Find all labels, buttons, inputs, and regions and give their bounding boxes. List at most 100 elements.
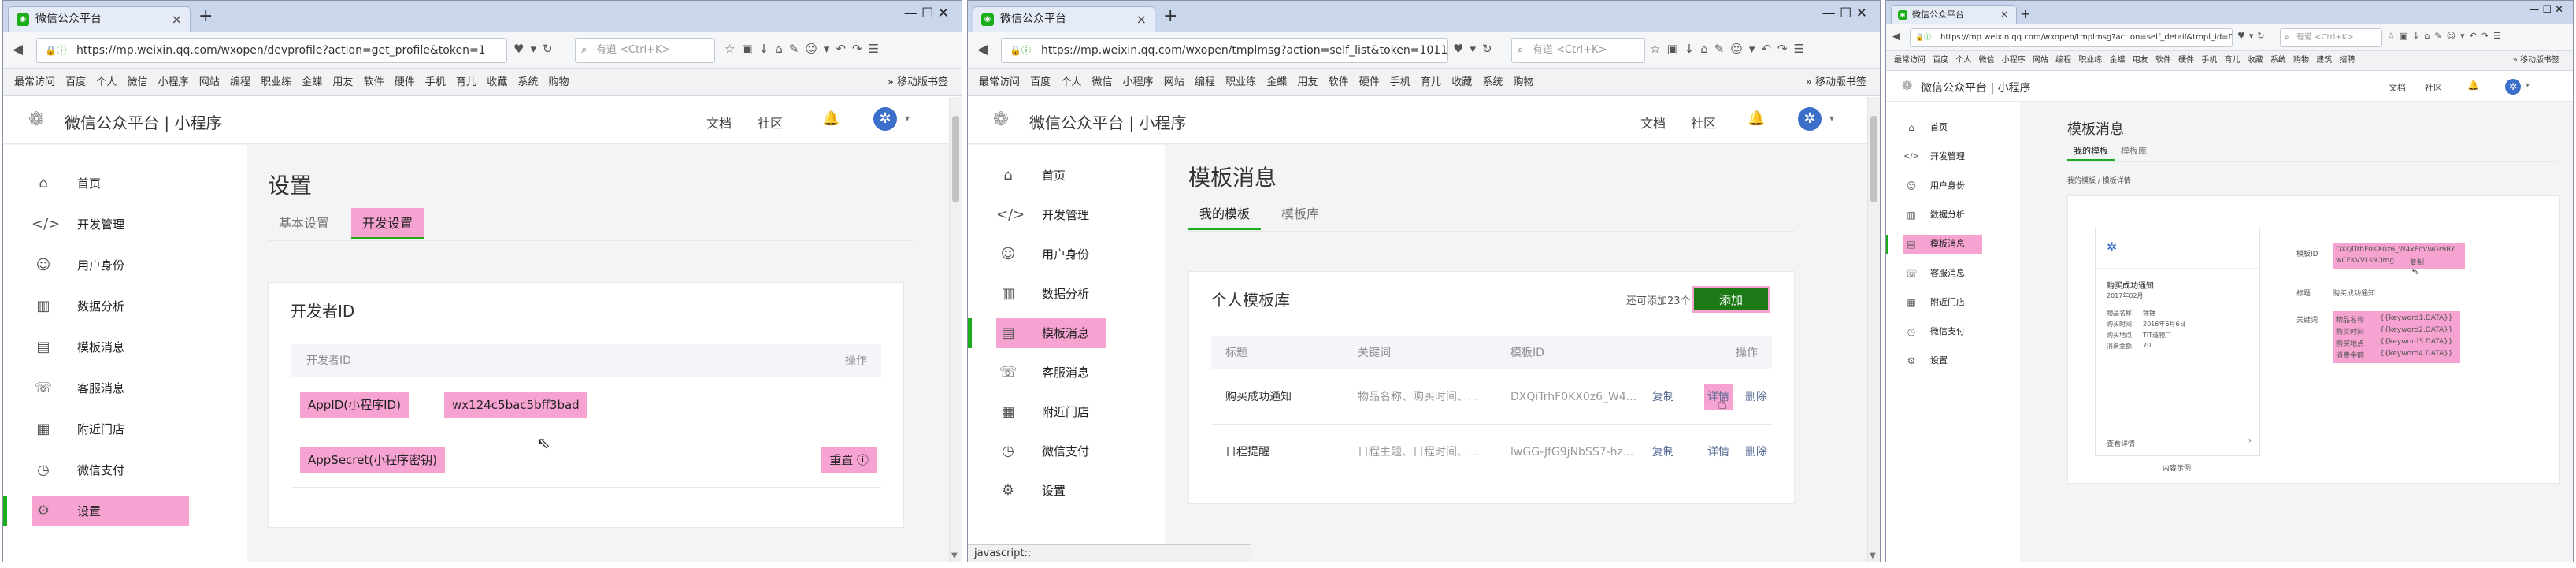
add-template-button[interactable]: 添加 [1692, 286, 1770, 313]
browser-tab[interactable]: ◉ 微信公众平台 × [8, 6, 191, 32]
scrollbar-thumb[interactable] [1870, 116, 1877, 202]
bookmark-item[interactable]: 硬件 [1359, 76, 1380, 88]
new-tab-button[interactable]: + [1163, 7, 1177, 26]
vertical-scrollbar[interactable]: ▼ [949, 97, 962, 562]
detail-link[interactable]: 详情 [1707, 425, 1729, 480]
tab-close-icon[interactable]: × [1136, 7, 1147, 32]
bookmark-item[interactable]: 购物 [549, 76, 569, 88]
bookmark-item[interactable]: 金蝶 [2110, 56, 2126, 65]
docs-link[interactable]: 文档 [706, 113, 732, 132]
sidebar-item-dev[interactable]: </> 开发管理 [32, 210, 189, 239]
url-bar[interactable]: 🔒ⓘ https://mp.weixin.qq.com/wxopen/tmplm… [1910, 28, 2233, 47]
delete-link[interactable]: 删除 [1745, 369, 1767, 425]
window-controls[interactable]: — ☐ ✕ [1822, 6, 1867, 21]
bookmark-item[interactable]: 手机 [425, 76, 446, 88]
sidebar-item-settings[interactable]: ⚙ 设置 [996, 476, 1154, 506]
browser-tab[interactable]: ◉ 微信公众平台 × [1891, 5, 2017, 24]
window-controls[interactable]: — ☐ ✕ [904, 6, 949, 21]
page-action-icons[interactable]: ♥▾↻ [1453, 42, 1499, 56]
bookmark-item[interactable]: 微信 [1979, 56, 1995, 65]
bookmark-item[interactable]: 手机 [2201, 56, 2217, 65]
bell-icon[interactable]: 🔔 [1748, 110, 1765, 127]
tab-basic-settings[interactable]: 基本设置 [268, 208, 340, 239]
bookmark-item[interactable]: 购物 [2293, 56, 2309, 65]
sidebar-item-pay[interactable]: ◷ 微信支付 [996, 436, 1154, 466]
avatar[interactable]: ✲ [1798, 107, 1822, 131]
sidebar-item-pay[interactable]: ◷ 微信支付 [32, 455, 189, 485]
new-tab-button[interactable]: + [2020, 5, 2030, 24]
tab-template-library[interactable]: 模板库 [1270, 199, 1330, 230]
community-link[interactable]: 社区 [1691, 113, 1716, 132]
search-bar[interactable]: ⌕ 有道 <Ctrl+K> [2280, 28, 2382, 47]
bookmarks-more[interactable]: » 移动版书签 [2507, 51, 2559, 70]
tab-close-icon[interactable]: × [2000, 6, 2008, 24]
chevron-down-icon[interactable]: ▾ [905, 113, 910, 124]
chevron-down-icon[interactable]: ▾ [1829, 113, 1834, 124]
avatar[interactable]: ✲ [873, 107, 897, 131]
bookmark-item[interactable]: 百度 [65, 76, 86, 88]
bookmark-item[interactable]: 小程序 [2002, 56, 2026, 65]
bookmark-item[interactable]: 硬件 [2178, 56, 2194, 65]
bell-icon[interactable]: 🔔 [2467, 80, 2479, 91]
copy-link[interactable]: 复制 [1652, 369, 1674, 425]
bookmark-item[interactable]: 百度 [1933, 56, 1948, 65]
url-bar[interactable]: 🔒ⓘ https://mp.weixin.qq.com/wxopen/tmplm… [1001, 38, 1448, 63]
sidebar-item-users[interactable]: ☺ 用户身份 [32, 251, 189, 280]
sidebar-item-dev[interactable]: </> 开发管理 [1903, 147, 1998, 166]
docs-link[interactable]: 文档 [1640, 113, 1666, 132]
bookmark-item[interactable]: 网站 [2033, 56, 2048, 65]
tab-close-icon[interactable]: × [172, 7, 182, 32]
search-bar[interactable]: ⌕ 有道 <Ctrl+K> [1511, 38, 1645, 63]
bookmark-item[interactable]: 最常访问 [14, 76, 55, 88]
bookmark-item[interactable]: 金蝶 [1266, 76, 1287, 88]
bookmark-item[interactable]: 编程 [2055, 56, 2071, 65]
scroll-down-icon[interactable]: ▼ [1870, 551, 1876, 560]
bookmark-item[interactable]: 编程 [230, 76, 250, 88]
bookmark-item[interactable]: 个人 [96, 76, 117, 88]
sidebar-item-home[interactable]: ⌂ 首页 [1903, 118, 1998, 137]
url-bar[interactable]: 🔒ⓘ https://mp.weixin.qq.com/wxopen/devpr… [36, 38, 507, 63]
bookmark-item[interactable]: 微信 [127, 76, 147, 88]
reset-secret-button[interactable]: 重置 ⓘ [821, 447, 877, 473]
bookmark-item[interactable]: 网站 [199, 76, 220, 88]
sidebar-item-service[interactable]: ☏ 客服消息 [32, 373, 189, 403]
sidebar-item-settings[interactable]: ⚙ 设置 [1903, 351, 1998, 370]
site-brand[interactable]: 微信公众平台 | 小程序 [65, 110, 221, 133]
site-brand[interactable]: 微信公众平台 | 小程序 [1921, 80, 2031, 95]
sidebar-item-stores[interactable]: ▦ 附近门店 [996, 397, 1154, 427]
bookmark-item[interactable]: 系统 [1482, 76, 1503, 88]
sidebar-item-analytics[interactable]: ▥ 数据分析 [1903, 206, 1998, 225]
tab-dev-settings[interactable]: 开发设置 [351, 208, 424, 239]
vertical-scrollbar[interactable]: ▼ [1867, 97, 1880, 562]
toolbar-icons[interactable]: ☆▣↓⌂✎☺▾↶↷☰ [725, 42, 885, 56]
bell-icon[interactable]: 🔔 [822, 110, 840, 127]
bookmark-item[interactable]: 用友 [2133, 56, 2148, 65]
chevron-down-icon[interactable]: ▾ [2526, 81, 2530, 90]
page-action-icons[interactable]: ♥▾↻ [2237, 31, 2269, 41]
bookmark-item[interactable]: 最常访问 [1894, 56, 1926, 65]
tab-my-templates[interactable]: 我的模板 [2067, 142, 2115, 161]
toolbar-icons[interactable]: ☆▣↓⌂✎☺▾↶↷☰ [1650, 42, 1811, 56]
bookmark-item[interactable]: 育儿 [2224, 56, 2240, 65]
breadcrumb[interactable]: 我的模板 / 模板详情 [2067, 175, 2131, 185]
bookmark-item[interactable]: 手机 [1390, 76, 1410, 88]
sidebar-item-analytics[interactable]: ▥ 数据分析 [996, 279, 1154, 309]
avatar[interactable]: ✲ [2505, 79, 2521, 95]
sidebar-item-stores[interactable]: ▦ 附近门店 [32, 414, 189, 444]
sidebar-item-templates[interactable]: ▤ 模板消息 [1903, 235, 1982, 254]
back-icon[interactable]: ◀ [13, 42, 23, 58]
bookmark-item[interactable]: 小程序 [1123, 76, 1154, 88]
bookmark-item[interactable]: 最常访问 [979, 76, 1020, 88]
bookmark-item[interactable]: 育儿 [456, 76, 476, 88]
sidebar-item-users[interactable]: ☺ 用户身份 [996, 239, 1154, 269]
scroll-down-icon[interactable]: ▼ [951, 551, 958, 560]
window-controls[interactable]: — ☐ ✕ [2529, 4, 2563, 16]
bookmark-item[interactable]: 编程 [1195, 76, 1215, 88]
bookmark-item[interactable]: 系统 [517, 76, 538, 88]
sidebar-item-home[interactable]: ⌂ 首页 [32, 169, 189, 199]
page-action-icons[interactable]: ♥▾↻ [513, 42, 559, 56]
bookmark-item[interactable]: 收藏 [1451, 76, 1472, 88]
browser-tab[interactable]: ◉ 微信公众平台 × [973, 6, 1155, 32]
bookmark-item[interactable]: 软件 [1329, 76, 1349, 88]
sidebar-item-pay[interactable]: ◷ 微信支付 [1903, 322, 1998, 341]
